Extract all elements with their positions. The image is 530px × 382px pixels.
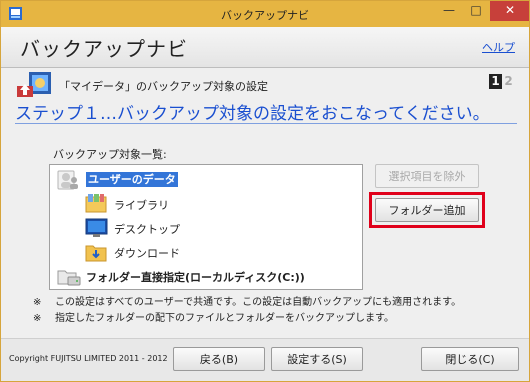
backup-target-list[interactable]: ユーザーのデータ ライブラリ デスクトップ ダウンロード フォルダー直接指定(ロ… (49, 164, 363, 290)
note-mark: ※ (33, 313, 42, 324)
app-title: バックアップナビ (20, 37, 188, 61)
list-item-label: デスクトップ (114, 223, 180, 236)
settings-button[interactable]: 設定する(S) (271, 347, 363, 371)
step-indicator: 12 (489, 74, 515, 89)
desktop-icon (85, 218, 108, 237)
step-next: 2 (504, 74, 513, 88)
library-icon (85, 194, 107, 213)
note-mark: ※ (33, 297, 42, 308)
users-icon (57, 170, 78, 190)
note-line: ※ 指定したフォルダーの配下のファイルとフォルダーをバックアップします。 (33, 309, 394, 324)
folder-drive-icon (57, 270, 81, 286)
back-button[interactable]: 戻る(B) (173, 347, 265, 371)
step-current: 1 (489, 74, 502, 89)
list-item-label: フォルダー直接指定(ローカルディスク(C:)) (86, 271, 305, 284)
add-folder-button[interactable]: フォルダー追加 (375, 198, 479, 222)
close-window-button[interactable]: ✕ (490, 1, 529, 21)
app-header: バックアップナビ ヘルプ (1, 27, 529, 68)
step-divider (15, 123, 517, 124)
remove-selected-button[interactable]: 選択項目を除外 (375, 164, 479, 188)
step-title: ステップ１…バックアップ対象の設定をおこなってください。 (15, 104, 490, 124)
close-button[interactable]: 閉じる(C) (421, 347, 519, 371)
my-data-backup-icon (17, 72, 51, 97)
help-link[interactable]: ヘルプ (482, 39, 515, 55)
footer-bar: Copyright FUJITSU LIMITED 2011 - 2012 戻る… (1, 338, 529, 381)
minimize-button[interactable]: — (436, 1, 462, 21)
list-item-label: ダウンロード (114, 247, 180, 260)
backup-list-label: バックアップ対象一覧: (53, 148, 167, 161)
step-breadcrumb: 「マイデータ」のバックアップ対象の設定 (59, 80, 268, 93)
note-text: この設定はすべてのユーザーで共通です。この設定は自動バックアップにも適用されます… (55, 297, 462, 308)
note-line: ※ この設定はすべてのユーザーで共通です。この設定は自動バックアップにも適用されま… (33, 293, 461, 308)
note-text: 指定したフォルダーの配下のファイルとフォルダーをバックアップします。 (55, 313, 394, 324)
list-item-label: ユーザーのデータ (86, 172, 178, 187)
list-item-label: ライブラリ (114, 199, 169, 212)
app-window: バックアップナビ — □ ✕ バックアップナビ ヘルプ 「マイデータ」のバックア… (0, 0, 530, 382)
title-bar[interactable]: バックアップナビ — □ ✕ (1, 1, 529, 27)
main-content: 「マイデータ」のバックアップ対象の設定 12 ステップ１…バックアップ対象の設定… (1, 68, 529, 338)
maximize-button[interactable]: □ (463, 1, 489, 21)
download-folder-icon (85, 245, 107, 262)
copyright-text: Copyright FUJITSU LIMITED 2011 - 2012 (9, 354, 168, 363)
